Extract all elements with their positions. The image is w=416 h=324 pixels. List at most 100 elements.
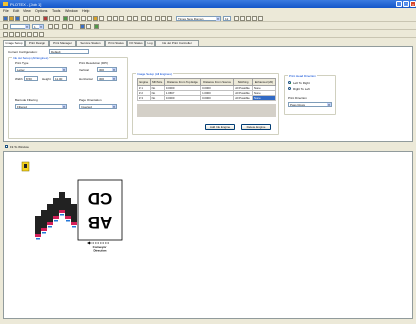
left-to-right-label: Left To Right	[293, 81, 310, 85]
ink-jet-setup-title: Ink Jet Setup (All Engines)	[12, 56, 50, 60]
right-to-left-label: Right To Left	[293, 87, 310, 91]
vertical-dpi-select[interactable]: 300	[97, 67, 117, 72]
move-icon[interactable]	[48, 23, 53, 29]
table-icon[interactable]	[3, 31, 8, 37]
table-cell[interactable]: # 3	[137, 95, 151, 101]
config-input[interactable]: Default	[49, 49, 89, 54]
font-size-input[interactable]: 12	[223, 15, 231, 21]
maximize-icon[interactable]: □	[403, 1, 409, 7]
menu-help[interactable]: Help	[82, 9, 89, 13]
direction-select[interactable]: Pass Rows	[288, 102, 332, 107]
print-type-select[interactable]: Letter	[15, 67, 67, 72]
field-icon[interactable]	[9, 31, 14, 37]
preview-canvas[interactable]: CD AB Conveyor Direction	[3, 151, 413, 319]
print-direction-title: Print Head Direction	[288, 74, 317, 78]
line-icon[interactable]	[81, 15, 86, 21]
date-icon[interactable]	[21, 31, 26, 37]
grid-icon[interactable]	[107, 15, 112, 21]
underline-icon[interactable]	[167, 15, 172, 21]
table-cell-selected[interactable]: None	[251, 95, 277, 101]
counter-icon[interactable]	[15, 31, 20, 37]
undo-icon[interactable]	[49, 15, 54, 21]
variable-icon[interactable]	[93, 15, 98, 21]
redo-icon[interactable]	[55, 15, 60, 21]
table-cell[interactable]: 0.0000	[163, 95, 202, 101]
menu-window[interactable]: Window	[65, 9, 78, 13]
toolbar-tertiary	[0, 30, 416, 38]
vertical-label: Vertical	[79, 68, 89, 72]
table-cell[interactable]: All Possible	[233, 90, 253, 96]
height-input[interactable]: 11.00	[53, 76, 67, 81]
config-label: Current Configuration:	[8, 50, 38, 54]
table-cell[interactable]: All Possible	[233, 85, 253, 91]
zoom-in-icon[interactable]	[252, 15, 257, 21]
preview-icon[interactable]	[80, 23, 85, 29]
title-bar: PLOTEX - [Job 1] _ □ ×	[0, 0, 416, 8]
horizontal-dpi-select[interactable]: 300	[97, 76, 117, 81]
status-bar	[0, 320, 416, 324]
zoom-icon[interactable]	[99, 15, 104, 21]
object-select[interactable]	[10, 23, 30, 29]
barcode-icon[interactable]	[69, 15, 74, 21]
back-icon[interactable]	[68, 23, 73, 29]
align-center-icon[interactable]	[240, 15, 245, 21]
menu-options[interactable]: Options	[35, 9, 47, 13]
color-icon[interactable]	[141, 15, 146, 21]
col-enhanced: Enhanced (20)	[251, 78, 277, 86]
italic-icon[interactable]	[161, 15, 166, 21]
page-orientation-select[interactable]: Inverted	[79, 104, 117, 109]
rotate-icon[interactable]	[119, 15, 124, 21]
bold-icon[interactable]	[155, 15, 160, 21]
text-icon[interactable]	[63, 15, 68, 21]
snap-icon[interactable]	[86, 23, 91, 29]
horizontal-label: Horizontal	[79, 77, 93, 81]
menu-file[interactable]: File	[3, 9, 9, 13]
left-to-right-radio[interactable]	[288, 81, 291, 84]
table-cell[interactable]: No	[149, 95, 165, 101]
paste-icon[interactable]	[35, 15, 40, 21]
align-left-icon[interactable]	[234, 15, 239, 21]
image-setup-panel: Current Configuration: Default Ink Jet S…	[3, 46, 413, 142]
menu-tools[interactable]: Tools	[52, 9, 60, 13]
layer-icon[interactable]	[127, 15, 132, 21]
database-icon[interactable]	[33, 31, 38, 37]
right-to-left-radio[interactable]	[288, 87, 291, 90]
width-input[interactable]: 8.50	[24, 76, 38, 81]
minimize-icon[interactable]: _	[396, 1, 402, 7]
close-icon[interactable]: ×	[410, 1, 416, 7]
image-icon[interactable]	[75, 15, 80, 21]
time-icon[interactable]	[27, 31, 32, 37]
print-icon[interactable]	[43, 15, 48, 21]
engine-table[interactable]: Engine Mfr/Size Distance From Top Edge D…	[137, 78, 277, 101]
align-right-icon[interactable]	[246, 15, 251, 21]
properties-icon[interactable]	[147, 15, 152, 21]
fit-to-window-checkbox[interactable]	[5, 145, 8, 148]
open-icon[interactable]	[9, 15, 14, 21]
col-source: Distance From Source	[200, 78, 235, 86]
align-icon[interactable]	[113, 15, 118, 21]
copy-icon[interactable]	[29, 15, 34, 21]
delete-engine-button[interactable]: Delete Engine	[241, 124, 271, 130]
table-cell[interactable]: All Possible	[233, 95, 253, 101]
svg-text:CD: CD	[88, 189, 113, 208]
link-icon[interactable]	[39, 31, 44, 37]
front-icon[interactable]	[62, 23, 67, 29]
pointer-icon[interactable]	[3, 23, 8, 29]
menu-view[interactable]: View	[23, 9, 31, 13]
zoom-out-icon[interactable]	[258, 15, 263, 21]
new-icon[interactable]	[3, 15, 8, 21]
save-icon[interactable]	[15, 15, 20, 21]
size-select[interactable]: 1	[32, 23, 44, 29]
print-type-label: Print Type	[15, 61, 29, 65]
lock-icon[interactable]	[133, 15, 138, 21]
table-cell[interactable]: 0.0000	[200, 95, 235, 101]
download-icon[interactable]	[94, 23, 99, 29]
add-ink-engine-button[interactable]: Add Ink Engine	[205, 124, 235, 130]
box-icon[interactable]	[87, 15, 92, 21]
table-row[interactable]: # 3 No 0.0000 0.0000 All Possible None	[137, 95, 277, 101]
menu-edit[interactable]: Edit	[13, 9, 19, 13]
barcode-filter-select[interactable]: Filtered	[15, 104, 67, 109]
font-select[interactable]: Times New Roman	[176, 15, 221, 21]
cut-icon[interactable]	[23, 15, 28, 21]
resize-icon[interactable]	[54, 23, 59, 29]
